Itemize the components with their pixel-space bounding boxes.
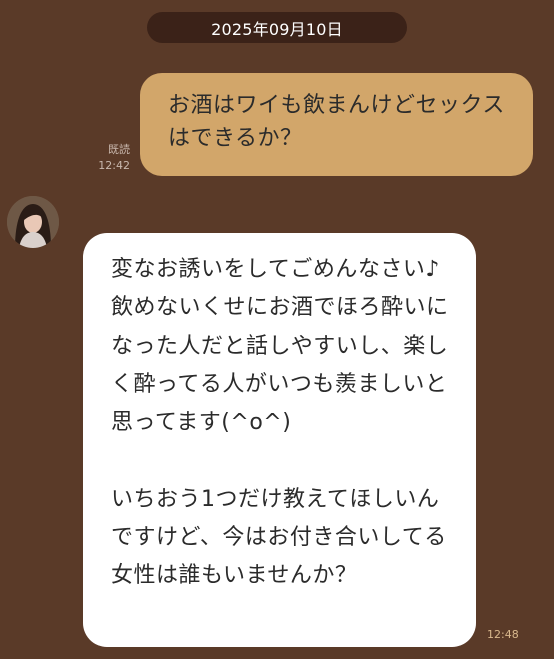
incoming-message-bubble[interactable]: 変なお誘いをしてごめんなさい♪ 飲めないくせにお酒でほろ酔いになった人だと話しや… (83, 233, 476, 647)
contact-avatar[interactable] (7, 196, 59, 248)
outgoing-time: 12:42 (98, 159, 130, 172)
avatar-photo-icon (7, 196, 59, 248)
date-label: 2025年09月10日 (211, 19, 343, 39)
outgoing-meta: 既読 12:42 (94, 142, 130, 174)
read-receipt: 既読 (108, 143, 130, 156)
date-separator: 2025年09月10日 (147, 12, 407, 43)
incoming-message-text: 変なお誘いをしてごめんなさい♪ 飲めないくせにお酒でほろ酔いになった人だと話しや… (111, 257, 449, 589)
incoming-time: 12:48 (487, 628, 519, 641)
outgoing-message-bubble[interactable]: お酒はワイも飲まんけどセックスはできるか？ (140, 73, 533, 176)
outgoing-message-text: お酒はワイも飲まんけどセックスはできるか？ (168, 93, 505, 151)
